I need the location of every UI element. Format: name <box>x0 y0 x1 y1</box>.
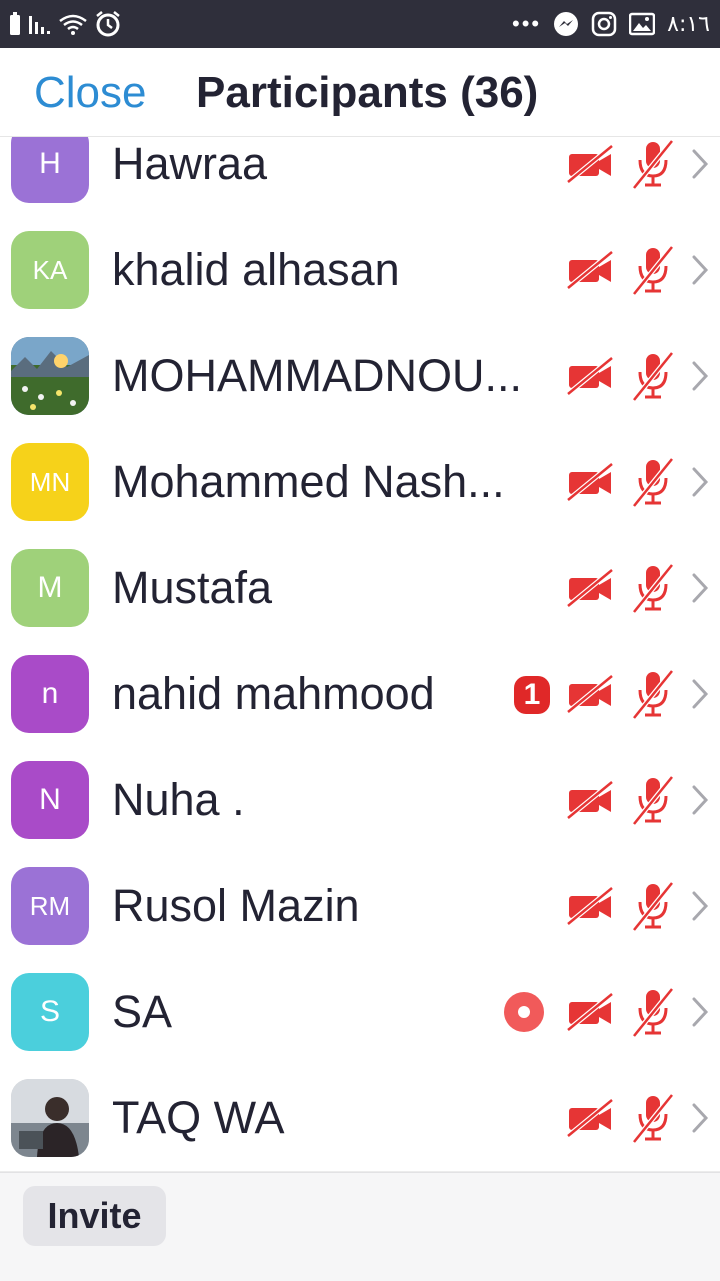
participant-row[interactable]: M Mustafa <box>0 535 720 642</box>
alarm-icon <box>94 10 122 38</box>
avatar-initials: RM <box>29 890 71 921</box>
more-notifications-indicator: ••• <box>512 11 542 36</box>
chevron-right-icon[interactable] <box>690 254 710 286</box>
participant-name: Nuha . <box>112 774 245 825</box>
participant-name: Rusol Mazin <box>112 880 360 931</box>
participant-row[interactable]: RM Rusol Mazin <box>0 853 720 960</box>
avatar-initials: N <box>39 783 61 816</box>
wifi-icon <box>58 12 88 36</box>
mic-muted-icon <box>630 350 676 402</box>
messenger-icon <box>553 11 579 37</box>
mic-muted-icon <box>630 986 676 1038</box>
avatar-initials: H <box>39 147 61 180</box>
video-off-icon <box>566 568 614 608</box>
avatar <box>11 337 89 415</box>
page-title: Participants (36) <box>196 68 539 117</box>
participant-row[interactable]: KA khalid alhasan <box>0 217 720 324</box>
mic-muted-icon <box>630 1092 676 1144</box>
video-off-icon <box>566 780 614 820</box>
avatar: M <box>11 549 89 627</box>
status-bar-right: ••• ٨:١٦ <box>512 0 710 48</box>
participant-name: nahid mahmood <box>112 668 435 719</box>
status-time: ٨:١٦ <box>667 11 710 37</box>
participant-row[interactable]: H Hawraa <box>0 137 720 218</box>
video-off-icon <box>566 1098 614 1138</box>
avatar <box>11 1079 89 1157</box>
video-off-icon <box>566 250 614 290</box>
footer-bar: Invite <box>0 1172 720 1281</box>
chevron-right-icon[interactable] <box>690 572 710 604</box>
avatar-initials: KA <box>32 254 68 285</box>
chevron-right-icon[interactable] <box>690 678 710 710</box>
avatar-initials: MN <box>29 466 71 497</box>
participant-row[interactable]: TAQ WA <box>0 1065 720 1172</box>
chevron-right-icon[interactable] <box>690 784 710 816</box>
avatar: MN <box>11 443 89 521</box>
chevron-right-icon[interactable] <box>690 996 710 1028</box>
participant-row[interactable]: MOHAMMADNOU... <box>0 323 720 430</box>
gallery-icon <box>629 12 656 36</box>
avatar: n <box>11 655 89 733</box>
battery-icon <box>8 11 22 37</box>
video-off-icon <box>566 674 614 714</box>
participant-row[interactable]: S SA <box>0 959 720 1066</box>
avatar-initials: S <box>39 995 60 1028</box>
participant-name: SA <box>112 986 173 1037</box>
mic-muted-icon <box>630 562 676 614</box>
video-off-icon <box>566 462 614 502</box>
mic-muted-icon <box>630 456 676 508</box>
video-off-icon <box>566 992 614 1032</box>
avatar: S <box>11 973 89 1051</box>
status-bar-left <box>8 0 122 48</box>
avatar-initials: M <box>37 571 63 604</box>
unread-chat-badge: 1 <box>514 676 550 714</box>
mic-muted-icon <box>630 244 676 296</box>
participant-name: khalid alhasan <box>112 244 400 295</box>
avatar: RM <box>11 867 89 945</box>
mic-muted-icon <box>630 774 676 826</box>
avatar-initials: n <box>41 677 59 710</box>
participant-name: TAQ WA <box>112 1092 285 1143</box>
chevron-right-icon[interactable] <box>690 890 710 922</box>
signal-icon <box>28 12 52 36</box>
participant-list[interactable]: H Hawraa KA khalid alhasan MOHAMMADNOU... MN M… <box>0 137 720 1172</box>
participant-name: Mohammed Nash... <box>112 456 505 507</box>
chevron-right-icon[interactable] <box>690 1102 710 1134</box>
participant-name: Hawraa <box>112 138 268 189</box>
participant-name: MOHAMMADNOU... <box>112 350 522 401</box>
avatar: H <box>11 137 89 203</box>
chevron-right-icon[interactable] <box>690 360 710 392</box>
close-button[interactable]: Close <box>34 66 147 120</box>
instagram-icon <box>591 11 617 37</box>
video-off-icon <box>566 886 614 926</box>
status-bar: ••• ٨:١٦ <box>0 0 720 48</box>
recording-icon <box>504 992 544 1032</box>
participant-name: Mustafa <box>112 562 273 613</box>
chevron-right-icon[interactable] <box>690 466 710 498</box>
participant-row[interactable]: n nahid mahmood 1 <box>0 641 720 748</box>
participant-row[interactable]: MN Mohammed Nash... <box>0 429 720 536</box>
participants-header: Close Participants (36) <box>0 48 720 137</box>
mic-muted-icon <box>630 668 676 720</box>
video-off-icon <box>566 356 614 396</box>
participant-row[interactable]: N Nuha . <box>0 747 720 854</box>
mic-muted-icon <box>630 880 676 932</box>
video-off-icon <box>566 144 614 184</box>
invite-button[interactable]: Invite <box>23 1186 166 1246</box>
avatar: KA <box>11 231 89 309</box>
chevron-right-icon[interactable] <box>690 148 710 180</box>
mic-muted-icon <box>630 138 676 190</box>
avatar: N <box>11 761 89 839</box>
